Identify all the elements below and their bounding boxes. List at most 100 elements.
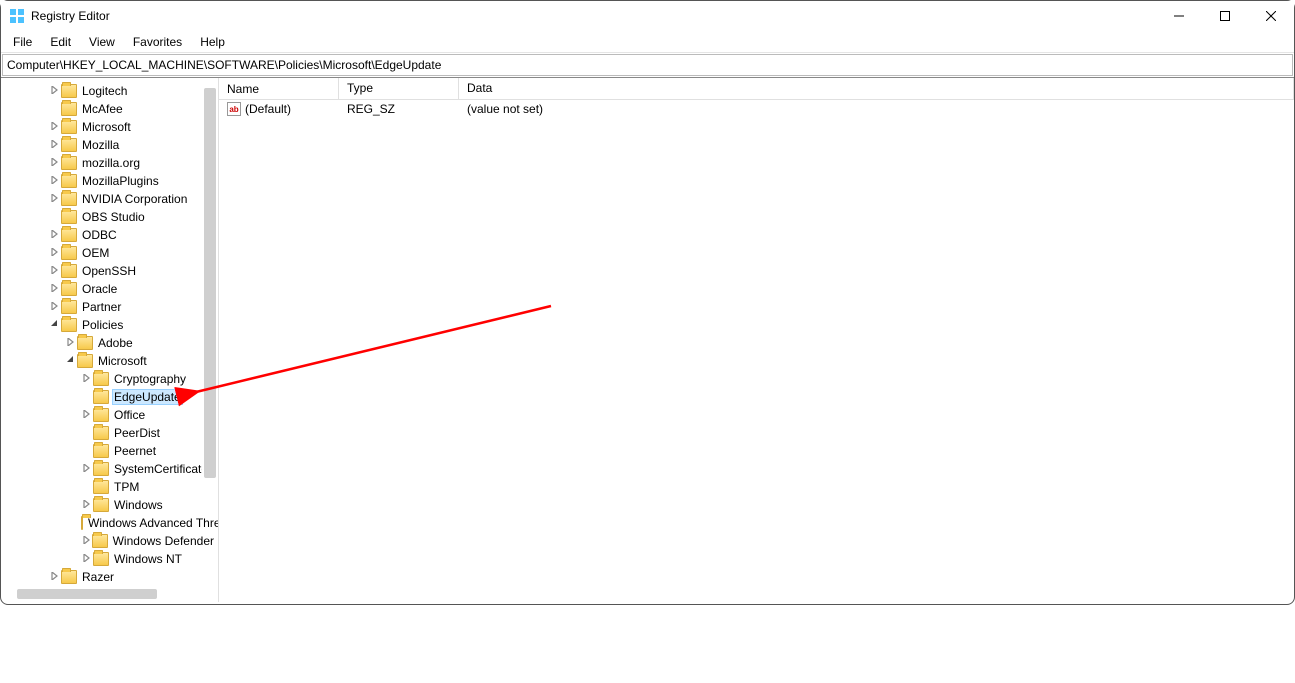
- tree-node-peerdist[interactable]: PeerDist: [1, 424, 218, 442]
- chevron-right-icon[interactable]: [49, 158, 61, 169]
- column-header-name[interactable]: Name: [219, 78, 339, 99]
- chevron-down-icon[interactable]: [49, 320, 61, 331]
- tree-node-nvidia-corporation[interactable]: NVIDIA Corporation: [1, 190, 218, 208]
- tree-vertical-scrollbar[interactable]: [202, 78, 218, 487]
- folder-icon: [61, 156, 77, 170]
- folder-icon: [93, 426, 109, 440]
- tree-node-microsoft[interactable]: Microsoft: [1, 118, 218, 136]
- tree-node-oem[interactable]: OEM: [1, 244, 218, 262]
- chevron-right-icon[interactable]: [49, 266, 61, 277]
- tree-node-edgeupdate[interactable]: EdgeUpdate: [1, 388, 218, 406]
- column-header-data[interactable]: Data: [459, 78, 1294, 99]
- chevron-right-icon[interactable]: [81, 464, 93, 475]
- chevron-right-icon[interactable]: [49, 176, 61, 187]
- menu-file[interactable]: File: [5, 33, 40, 51]
- chevron-right-icon[interactable]: [81, 374, 93, 385]
- tree-node-razer[interactable]: Razer: [1, 568, 218, 586]
- chevron-right-icon[interactable]: [49, 122, 61, 133]
- tree-node-windows-advanced-threat-protection[interactable]: Windows Advanced Threat Protection: [1, 514, 218, 532]
- tree-node-label: OBS Studio: [80, 210, 147, 224]
- tree-node-label: Adobe: [96, 336, 135, 350]
- tree-node-adobe[interactable]: Adobe: [1, 334, 218, 352]
- chevron-right-icon[interactable]: [49, 302, 61, 313]
- close-button[interactable]: [1248, 1, 1294, 31]
- tree-node-cryptography[interactable]: Cryptography: [1, 370, 218, 388]
- tree-node-mozillaplugins[interactable]: MozillaPlugins: [1, 172, 218, 190]
- chevron-right-icon[interactable]: [49, 194, 61, 205]
- tree-node-label: NVIDIA Corporation: [80, 192, 189, 206]
- folder-icon: [61, 228, 77, 242]
- tree-horizontal-scrollbar[interactable]: [5, 586, 205, 602]
- value-data-cell: (value not set): [459, 102, 1294, 116]
- maximize-button[interactable]: [1202, 1, 1248, 31]
- values-body[interactable]: ab(Default)REG_SZ(value not set): [219, 100, 1294, 118]
- tree-node-tpm[interactable]: TPM: [1, 478, 218, 496]
- folder-icon: [81, 516, 83, 530]
- tree-node-systemcertificates[interactable]: SystemCertificates: [1, 460, 218, 478]
- folder-icon: [61, 570, 77, 584]
- tree-node-mcafee[interactable]: McAfee: [1, 100, 218, 118]
- chevron-right-icon[interactable]: [49, 86, 61, 97]
- chevron-right-icon[interactable]: [49, 230, 61, 241]
- titlebar: Registry Editor: [1, 1, 1294, 31]
- tree-node-label: Logitech: [80, 84, 129, 98]
- address-bar[interactable]: Computer\HKEY_LOCAL_MACHINE\SOFTWARE\Pol…: [2, 54, 1293, 76]
- tree-node-label: Policies: [80, 318, 125, 332]
- value-type-cell: REG_SZ: [339, 102, 459, 116]
- chevron-right-icon[interactable]: [49, 140, 61, 151]
- tree-node-office[interactable]: Office: [1, 406, 218, 424]
- chevron-right-icon[interactable]: [49, 572, 61, 583]
- folder-icon: [61, 120, 77, 134]
- tree-node-oracle[interactable]: Oracle: [1, 280, 218, 298]
- chevron-right-icon[interactable]: [81, 410, 93, 421]
- tree-node-mozilla-org[interactable]: mozilla.org: [1, 154, 218, 172]
- tree-node-policies[interactable]: Policies: [1, 316, 218, 334]
- tree-node-logitech[interactable]: Logitech: [1, 82, 218, 100]
- folder-icon: [61, 282, 77, 296]
- menu-favorites[interactable]: Favorites: [125, 33, 190, 51]
- folder-icon: [93, 408, 109, 422]
- folder-icon: [92, 534, 107, 548]
- string-value-icon: ab: [227, 102, 241, 116]
- tree-node-label: Windows Advanced Threat Protection: [86, 516, 218, 530]
- tree-node-label: Razer: [80, 570, 116, 584]
- tree-node-openssh[interactable]: OpenSSH: [1, 262, 218, 280]
- chevron-right-icon[interactable]: [81, 500, 93, 511]
- menubar: File Edit View Favorites Help: [1, 31, 1294, 53]
- column-header-type[interactable]: Type: [339, 78, 459, 99]
- minimize-button[interactable]: [1156, 1, 1202, 31]
- scrollbar-thumb[interactable]: [204, 88, 216, 478]
- tree-node-label: PeerDist: [112, 426, 162, 440]
- chevron-down-icon[interactable]: [65, 356, 77, 367]
- folder-icon: [93, 372, 109, 386]
- tree-node-label: Cryptography: [112, 372, 188, 386]
- tree-node-label: Windows: [112, 498, 165, 512]
- tree-node-windows-defender[interactable]: Windows Defender: [1, 532, 218, 550]
- folder-icon: [61, 138, 77, 152]
- menu-view[interactable]: View: [81, 33, 123, 51]
- chevron-right-icon[interactable]: [65, 338, 77, 349]
- tree-node-windows[interactable]: Windows: [1, 496, 218, 514]
- menu-help[interactable]: Help: [192, 33, 233, 51]
- tree-node-peernet[interactable]: Peernet: [1, 442, 218, 460]
- folder-icon: [61, 300, 77, 314]
- chevron-right-icon[interactable]: [49, 284, 61, 295]
- tree-node-obs-studio[interactable]: OBS Studio: [1, 208, 218, 226]
- value-row[interactable]: ab(Default)REG_SZ(value not set): [219, 100, 1294, 118]
- tree-node-label: Oracle: [80, 282, 119, 296]
- menu-edit[interactable]: Edit: [42, 33, 79, 51]
- tree-node-odbc[interactable]: ODBC: [1, 226, 218, 244]
- tree-list[interactable]: LogitechMcAfeeMicrosoftMozillamozilla.or…: [1, 82, 218, 598]
- tree-node-partner[interactable]: Partner: [1, 298, 218, 316]
- tree-node-mozilla[interactable]: Mozilla: [1, 136, 218, 154]
- scrollbar-thumb[interactable]: [17, 589, 157, 599]
- folder-icon: [93, 462, 109, 476]
- chevron-right-icon[interactable]: [81, 536, 92, 547]
- tree-node-windows-nt[interactable]: Windows NT: [1, 550, 218, 568]
- tree-node-label: SystemCertificates: [112, 462, 216, 476]
- chevron-right-icon[interactable]: [49, 248, 61, 259]
- tree-node-microsoft[interactable]: Microsoft: [1, 352, 218, 370]
- chevron-right-icon[interactable]: [81, 554, 93, 565]
- window-controls: [1156, 1, 1294, 31]
- tree-node-label: TPM: [112, 480, 141, 494]
